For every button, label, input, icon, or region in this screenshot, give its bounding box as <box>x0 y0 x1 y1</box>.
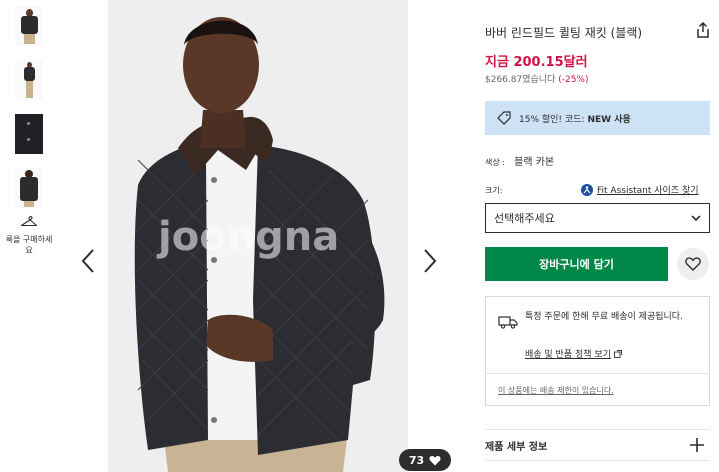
share-button[interactable] <box>696 21 710 42</box>
product-details-accordion[interactable]: 제품 세부 정보 <box>485 429 710 461</box>
hanger-icon <box>20 216 38 227</box>
truck-icon <box>498 316 518 329</box>
colour-info: 색상 : 블랙 카본 <box>485 153 554 168</box>
add-to-bag-button[interactable]: 장바구니에 담기 <box>485 247 668 281</box>
fit-assistant-icon <box>581 183 593 196</box>
save-for-later-button[interactable] <box>677 248 709 280</box>
buy-the-look-label: 룩을 구매하세요 <box>5 235 53 255</box>
colour-label: 색상 : <box>485 158 505 167</box>
plus-icon <box>690 438 704 452</box>
buy-the-look-button[interactable]: 룩을 구매하세요 <box>4 214 54 256</box>
chevron-right-icon <box>424 249 437 273</box>
size-select-value: 선택해주세요 <box>494 212 555 225</box>
chevron-down-icon <box>691 214 701 221</box>
thumbnail-3[interactable] <box>15 114 43 154</box>
colour-value: 블랙 카본 <box>514 157 555 168</box>
delivery-box: 특정 주문에 한해 무료 배송이 제공됩니다. 배송 및 반품 정책 보기 이 … <box>485 296 710 406</box>
likes-count: 73 <box>408 453 425 467</box>
size-label: 크기: <box>485 186 503 195</box>
external-link-icon <box>614 349 622 358</box>
thumbnail-2[interactable] <box>15 60 43 100</box>
model-wearing-jacket-image: joongna <box>108 0 408 472</box>
fit-assistant-link[interactable]: Fit Assistant 사이즈 찾기 <box>581 183 699 196</box>
thumbnail-list <box>10 6 52 222</box>
current-price: 지금 200.15달러 <box>485 55 588 70</box>
main-product-image: joongna <box>108 0 408 472</box>
likes-badge[interactable]: 73 <box>399 449 451 471</box>
promo-banner: 15% 할인! 코드: NEW 사용 <box>485 101 710 135</box>
share-icon <box>697 21 709 38</box>
delivery-policy-link[interactable]: 배송 및 반품 정책 보기 <box>525 347 622 360</box>
previous-price: $266.87였습니다 (-25%) <box>485 72 589 85</box>
tag-icon <box>497 111 511 125</box>
thumbnail-4[interactable] <box>15 168 43 208</box>
previous-image-button[interactable] <box>78 246 98 276</box>
thumbnail-1[interactable] <box>15 6 43 46</box>
next-image-button[interactable] <box>420 246 440 276</box>
delivery-policy-label: 배송 및 반품 정책 보기 <box>525 350 611 360</box>
size-select[interactable]: 선택해주세요 <box>485 203 710 233</box>
discount-percent: (-25%) <box>558 75 589 85</box>
watermark-text: joongna <box>156 214 339 260</box>
promo-code: NEW 사용 <box>587 114 631 125</box>
product-details-label: 제품 세부 정보 <box>485 441 548 453</box>
delivery-message: 특정 주문에 한해 무료 배송이 제공됩니다. <box>525 312 683 322</box>
heart-outline-icon <box>685 257 701 271</box>
promo-text: 15% 할인! 코드: <box>519 114 585 125</box>
chevron-left-icon <box>81 249 94 273</box>
delivery-divider <box>486 373 709 374</box>
fit-assistant-label: Fit Assistant 사이즈 찾기 <box>597 186 699 196</box>
was-price-text: $266.87였습니다 <box>485 75 556 85</box>
delivery-restriction-link[interactable]: 이 상품에는 배송 제한이 있습니다. <box>498 385 614 396</box>
heart-icon <box>429 455 441 465</box>
product-title: 바버 린드필드 퀼팅 재킷 (블랙) <box>485 26 643 40</box>
